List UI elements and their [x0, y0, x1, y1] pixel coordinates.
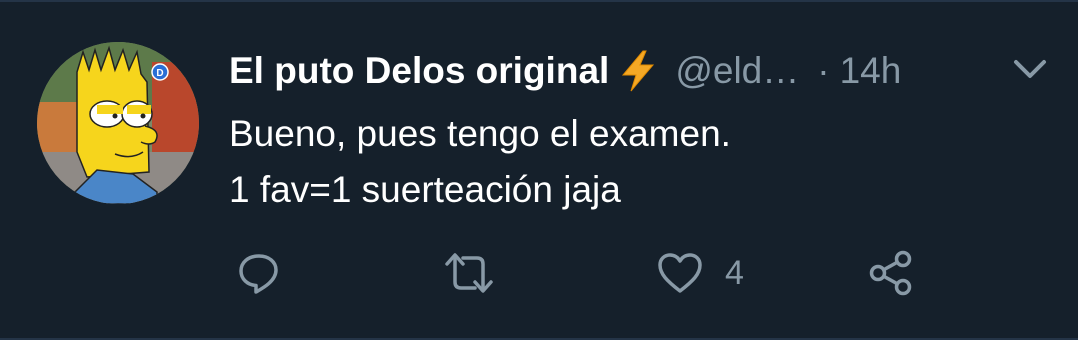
timestamp[interactable]: 14h	[840, 50, 902, 92]
like-count: 4	[725, 253, 744, 292]
reply-icon	[239, 254, 278, 294]
avatar-image: D	[37, 42, 199, 204]
reply-button[interactable]	[236, 250, 282, 296]
retweet-button[interactable]	[443, 250, 495, 296]
user-handle[interactable]: @eld…	[675, 50, 799, 92]
svg-text:D: D	[156, 68, 163, 79]
tweet-text: Bueno, pues tengo el examen. 1 fav=1 sue…	[229, 106, 731, 218]
tweet-text-line: 1 fav=1 suerteación jaja	[229, 169, 621, 210]
retweet-icon	[445, 253, 493, 293]
share-icon	[869, 250, 912, 296]
like-button[interactable]: 4	[657, 250, 744, 296]
heart-icon	[658, 253, 702, 293]
lightning-bolt-icon	[619, 49, 657, 93]
tweet-text-line: Bueno, pues tengo el examen.	[229, 113, 731, 154]
display-name[interactable]: El puto Delos original	[229, 50, 609, 92]
chevron-down-icon[interactable]	[1010, 52, 1050, 88]
tweet-card[interactable]: D El puto Delos original @eld… · 14h Bue…	[0, 0, 1078, 340]
tweet-header: El puto Delos original @eld… · 14h	[229, 46, 901, 96]
share-button[interactable]	[867, 250, 915, 296]
separator-dot: ·	[817, 50, 830, 91]
avatar[interactable]: D	[37, 42, 199, 204]
